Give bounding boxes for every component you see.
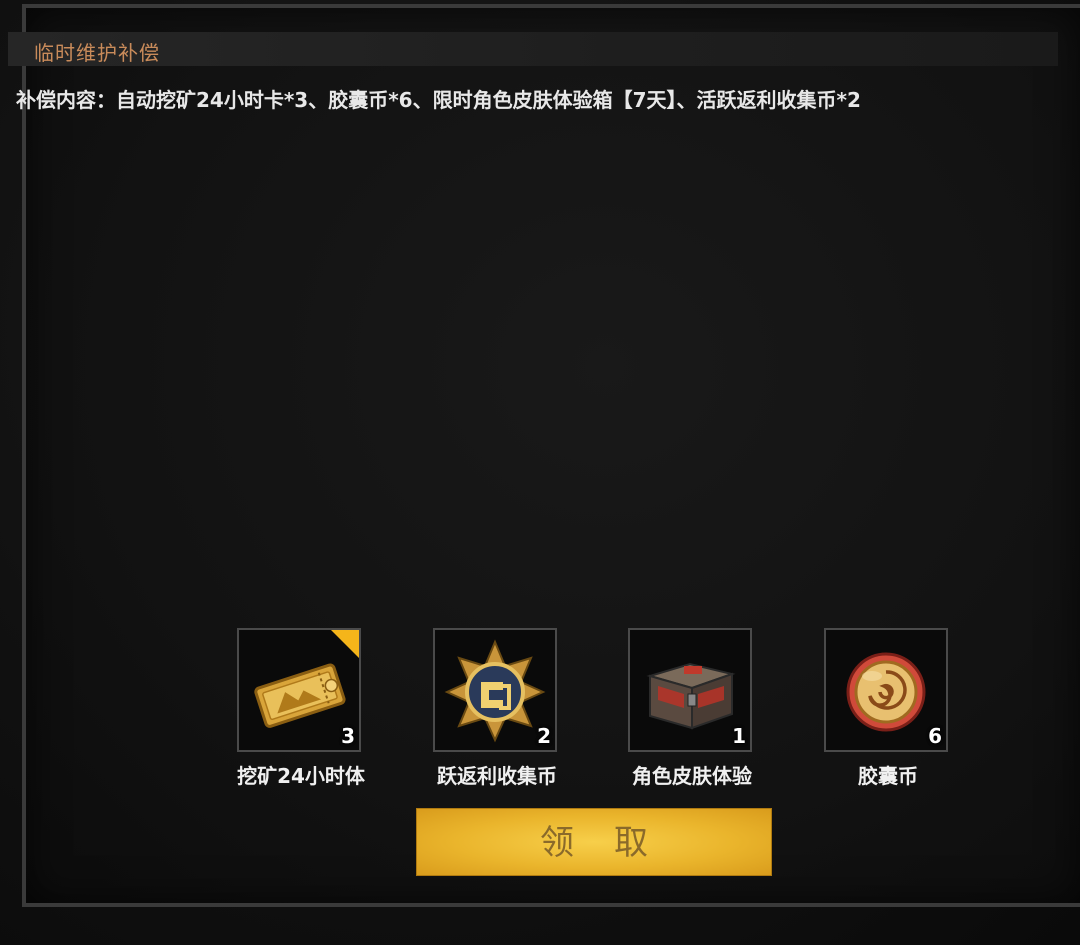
claim-button-label: 领取 — [540, 823, 688, 863]
panel-title: 临时维护补偿 — [34, 41, 160, 65]
reward-count: 3 — [341, 724, 355, 748]
reward-name: 挖矿24小时体 — [237, 764, 365, 788]
new-badge-corner — [331, 630, 359, 658]
rebate-coin-icon — [444, 639, 546, 743]
reward-slot[interactable]: 3 — [237, 628, 361, 752]
reward-name: 角色皮肤体验 — [632, 764, 752, 788]
reward-slot[interactable]: 6 — [824, 628, 948, 752]
compensation-description: 补偿内容：自动挖矿24小时卡*3、胶囊币*6、限时角色皮肤体验箱【7天】、活跃返… — [16, 88, 861, 112]
reward-item-mining-card[interactable]: 3 挖矿24小时体 — [221, 628, 381, 798]
reward-item-capsule-coin[interactable]: 6 胶囊币 — [808, 628, 968, 798]
reward-slot[interactable]: 2 — [433, 628, 557, 752]
reward-item-rebate-coin[interactable]: 2 跃返利收集币 — [417, 628, 577, 798]
game-screen: 临时维护补偿 补偿内容：自动挖矿24小时卡*3、胶囊币*6、限时角色皮肤体验箱【… — [0, 0, 1080, 945]
capsule-coin-icon — [846, 652, 926, 732]
reward-name: 胶囊币 — [858, 764, 918, 788]
reward-count: 1 — [732, 724, 746, 748]
reward-list: 3 挖矿24小时体 2 跃返利收集币 1 角色皮肤体验 6 胶囊币 — [0, 628, 1080, 798]
reward-count: 2 — [537, 724, 551, 748]
reward-slot[interactable]: 1 — [628, 628, 752, 752]
skin-chest-icon — [646, 662, 736, 730]
reward-item-skin-chest[interactable]: 1 角色皮肤体验 — [612, 628, 772, 798]
reward-count: 6 — [928, 724, 942, 748]
claim-button[interactable]: 领取 — [416, 808, 772, 876]
title-bar: 临时维护补偿 — [8, 32, 1058, 66]
reward-name: 跃返利收集币 — [437, 764, 557, 788]
